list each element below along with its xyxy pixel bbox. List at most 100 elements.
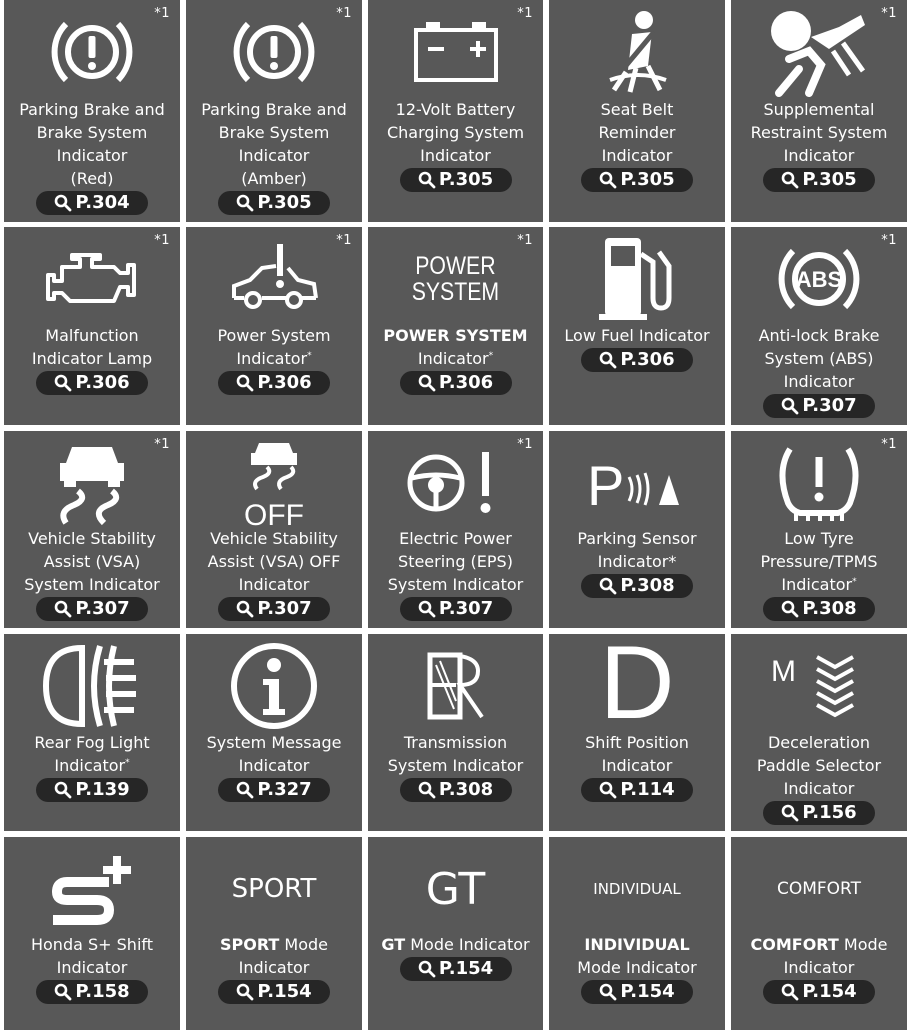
label-line: Low Tyre — [784, 529, 854, 548]
label-line: GT Mode Indicator — [381, 935, 530, 954]
page-reference-link[interactable]: P.306 — [36, 371, 148, 395]
indicator-cell: INDIVIDUAL INDIVIDUAL Mode Indicator P.154 — [549, 837, 725, 1030]
page-reference-text: P.154 — [257, 981, 312, 1002]
label-line: Pressure/TPMS — [760, 552, 878, 571]
label-line: Brake System — [36, 123, 148, 142]
label-line: Indicator — [783, 779, 855, 798]
page-reference-link[interactable]: P.154 — [581, 980, 693, 1004]
magnifier-icon — [236, 194, 254, 212]
page-reference-link[interactable]: P.306 — [581, 348, 693, 372]
page-reference-link[interactable]: P.305 — [218, 191, 330, 215]
info-icon — [186, 642, 362, 730]
label-line: Indicator* — [236, 349, 312, 368]
indicator-label: INDIVIDUAL Mode Indicator P.154 — [551, 933, 723, 1007]
page-reference-text: P.114 — [620, 779, 675, 800]
indicator-label: Vehicle Stability Assist (VSA) System Indi… — [6, 527, 178, 624]
indicator-label: Shift Position Indicator P.114 — [551, 731, 723, 805]
page-reference-link[interactable]: P.305 — [399, 168, 512, 192]
indicator-label: Parking Brake and Brake System Indicator (A… — [188, 98, 360, 218]
tyre-pressure-icon — [731, 439, 907, 527]
page-reference-link[interactable]: P.158 — [36, 980, 148, 1004]
indicator-label: System Message Indicator P.327 — [188, 731, 360, 805]
svg-text:D: D — [599, 625, 674, 741]
seat-belt-icon — [549, 8, 725, 96]
indicator-label: Low Fuel Indicator P.306 — [551, 324, 723, 375]
page-reference-link[interactable]: P.114 — [581, 778, 693, 802]
page-reference-link[interactable]: P.308 — [581, 574, 693, 598]
label-line: Indicator* — [781, 575, 857, 594]
label-line: Electric Power — [399, 529, 512, 548]
indicator-label: Power System Indicator* P.306 — [188, 324, 360, 398]
page-reference-link[interactable]: P.308 — [763, 597, 875, 621]
indicator-label: Parking Sensor Indicator* P.308 — [551, 527, 723, 601]
label-line: Low Fuel Indicator — [564, 326, 710, 345]
page-reference-text: P.305 — [257, 192, 312, 213]
page-reference-link[interactable]: P.305 — [763, 168, 875, 192]
indicator-label: Deceleration Paddle Selector Indicator P.1… — [733, 731, 905, 828]
magnifier-icon — [418, 960, 436, 978]
indicator-cell: *1 ABS Anti-lock Brake System (ABS) Indicat… — [731, 227, 907, 425]
label-line: Indicator — [238, 146, 310, 165]
indicator-cell: *1 Supplemental Restraint System Indicator… — [731, 0, 907, 222]
label-line: Indicator — [238, 958, 310, 977]
label-line: Indicator* — [417, 349, 494, 368]
page-reference-text: P.306 — [438, 372, 494, 393]
magnifier-icon — [781, 397, 799, 415]
brake-warning-icon — [4, 8, 180, 96]
page-reference-link[interactable]: P.154 — [763, 980, 875, 1004]
label-line: Honda S+ Shift — [30, 935, 154, 954]
indicator-cell: *1 Parking Brake and Brake System Indicato… — [186, 0, 362, 222]
page-reference-link[interactable]: P.305 — [581, 168, 693, 192]
sport-text-icon: SPORT — [231, 874, 317, 904]
magnifier-icon — [236, 600, 254, 618]
page-reference-link[interactable]: P.308 — [399, 778, 512, 802]
magnifier-icon — [599, 577, 617, 595]
magnifier-icon — [54, 600, 72, 618]
page-reference-link[interactable]: P.156 — [763, 801, 875, 825]
page-reference-link[interactable]: P.306 — [218, 371, 330, 395]
page-reference-link[interactable]: P.154 — [218, 980, 330, 1004]
vsa-off-icon: OFF — [186, 439, 362, 532]
indicator-cell: *1 Vehicle Stability Assist (VSA) System I… — [4, 431, 180, 628]
indicator-cell: COMFORT COMFORT Mode Indicator P.154 — [731, 837, 907, 1030]
page-reference-text: P.307 — [257, 598, 312, 619]
indicator-cell: *1 POWER SYSTEM POWER SYSTEM Indicator* P.30… — [368, 227, 543, 425]
label-line: Seat Belt — [600, 100, 674, 119]
page-reference-link[interactable]: P.154 — [399, 957, 512, 981]
page-reference-link[interactable]: P.139 — [36, 778, 148, 802]
indicator-cell: Rear Fog Light Indicator* P.139 — [4, 634, 180, 831]
indicator-cell: Seat Belt Reminder Indicator P.305 — [549, 0, 725, 222]
vsa-icon — [4, 439, 180, 527]
page-reference-link[interactable]: P.307 — [763, 394, 875, 418]
magnifier-icon — [418, 171, 436, 189]
label-line: Steering (EPS) — [398, 552, 513, 571]
shift-d-icon: D — [549, 625, 725, 741]
magnifier-icon — [781, 171, 799, 189]
indicator-cell: *1 Low Tyre Pressure/TPMS Indicator* P.308 — [731, 431, 907, 628]
page-reference-text: P.139 — [75, 779, 130, 800]
label-line: Mode Indicator — [577, 958, 697, 977]
page-reference-link[interactable]: P.307 — [36, 597, 148, 621]
page-reference-text: P.305 — [620, 169, 675, 190]
page-reference-link[interactable]: P.327 — [218, 778, 330, 802]
parking-sensor-icon: P — [549, 439, 725, 527]
page-reference-link[interactable]: P.307 — [399, 597, 512, 621]
page-reference-link[interactable]: P.307 — [218, 597, 330, 621]
page-reference-link[interactable]: P.306 — [399, 371, 512, 395]
magnifier-icon — [599, 171, 617, 189]
power-system-text-icon: POWER SYSTEM — [411, 252, 500, 306]
indicator-cell: *1 12-Volt Battery Charging System Indicat… — [368, 0, 543, 222]
label-line: Transmission — [403, 733, 508, 752]
page-reference-text: P.305 — [802, 169, 857, 190]
indicator-cell: *1 Parking Brake and Brake System Indicato… — [4, 0, 180, 222]
steering-wheel-icon — [368, 439, 543, 527]
label-line: Indicator — [238, 756, 310, 775]
page-reference-link[interactable]: P.304 — [36, 191, 148, 215]
label-line: Indicator — [783, 146, 855, 165]
label-line: System Indicator — [387, 756, 524, 775]
page-reference-text: P.154 — [438, 958, 494, 979]
transmission-icon — [368, 642, 543, 730]
label-line: Parking Sensor — [577, 529, 697, 548]
page-reference-text: P.307 — [438, 598, 494, 619]
label-line: Indicator — [601, 756, 673, 775]
